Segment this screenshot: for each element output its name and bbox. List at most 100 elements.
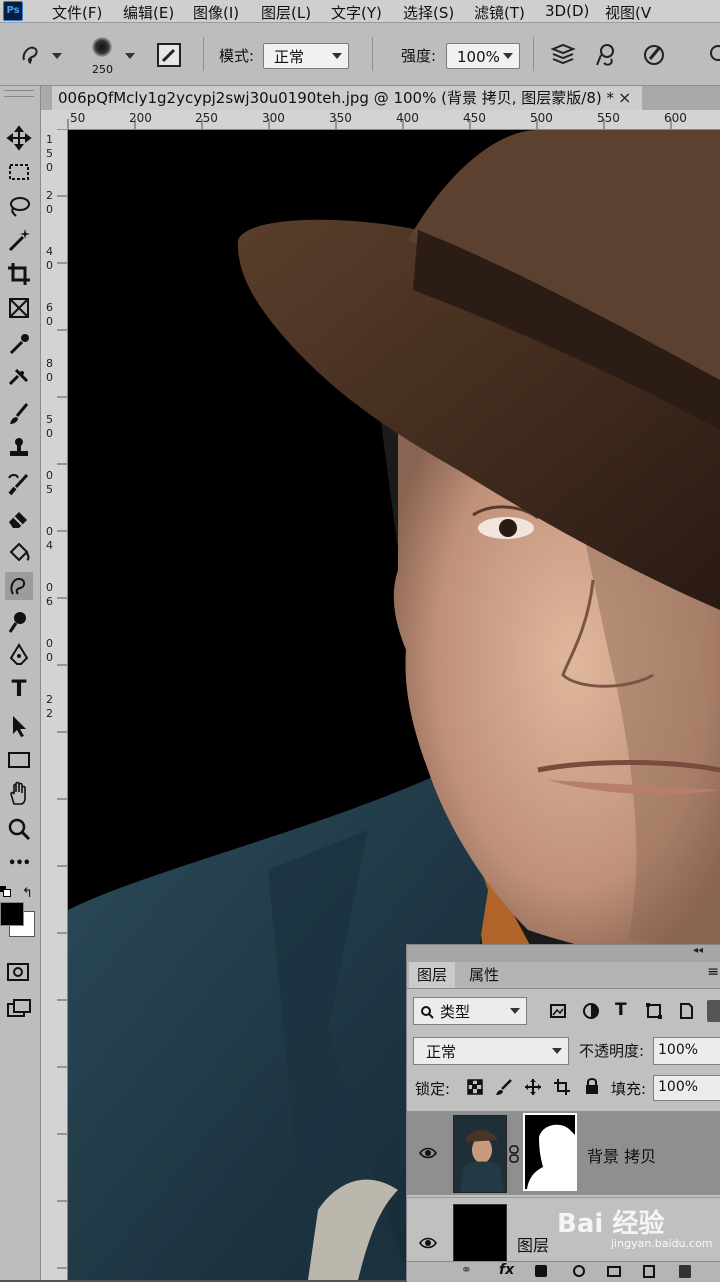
finger-painting-icon[interactable] xyxy=(640,41,668,69)
filter-toggle-switch[interactable] xyxy=(707,1000,720,1022)
tab-properties[interactable]: 属性 xyxy=(461,962,507,988)
ruler-label: 350 xyxy=(329,111,352,125)
layer-mask-thumbnail[interactable] xyxy=(523,1113,577,1191)
baidu-watermark: Bai 经验 jingyan.baidu.com xyxy=(557,1203,717,1263)
magic-wand-tool[interactable] xyxy=(5,226,33,254)
more-tools-icon[interactable]: ••• xyxy=(5,850,33,878)
lasso-tool[interactable] xyxy=(5,192,33,220)
menu-image[interactable]: 图像(I) xyxy=(193,2,239,23)
brush-settings-panel-icon[interactable] xyxy=(156,42,182,68)
separator xyxy=(372,37,373,71)
brush-preset-picker[interactable]: 250 xyxy=(80,35,124,83)
healing-brush-tool[interactable] xyxy=(5,364,33,392)
trash-icon[interactable] xyxy=(679,1265,691,1278)
hand-tool[interactable] xyxy=(5,780,33,808)
pressure-size-icon[interactable] xyxy=(592,41,620,69)
lock-all-icon[interactable] xyxy=(584,1077,600,1095)
shape-layer-filter-icon[interactable] xyxy=(645,1002,663,1020)
collapse-panel-icon[interactable]: ◂◂ xyxy=(693,945,703,956)
smudge-tool[interactable] xyxy=(5,572,33,600)
pen-tool[interactable] xyxy=(5,642,33,670)
menu-filter[interactable]: 滤镜(T) xyxy=(474,2,525,23)
tab-layers[interactable]: 图层 xyxy=(409,962,456,988)
layer-name[interactable]: 背景 拷贝 xyxy=(587,1143,656,1167)
new-group-icon[interactable] xyxy=(607,1266,621,1277)
rectangle-tool[interactable] xyxy=(5,746,33,774)
visibility-eye-icon[interactable] xyxy=(419,1236,437,1250)
menu-layer[interactable]: 图层(L) xyxy=(261,2,311,23)
menu-view[interactable]: 视图(V xyxy=(605,2,651,23)
toolbar-grip[interactable] xyxy=(4,90,34,97)
panel-menu-icon[interactable]: ≡ xyxy=(707,964,719,980)
menu-edit[interactable]: 编辑(E) xyxy=(123,2,174,23)
crop-tool-icon xyxy=(8,263,30,285)
opacity-input[interactable]: 100% xyxy=(653,1037,720,1065)
pixel-layer-filter-icon[interactable] xyxy=(549,1002,567,1020)
strength-input[interactable]: 100% xyxy=(446,43,520,69)
history-brush-tool[interactable] xyxy=(5,470,33,498)
new-layer-icon[interactable] xyxy=(643,1265,655,1278)
menu-3d[interactable]: 3D(D) xyxy=(545,2,589,20)
watermark-url: jingyan.baidu.com xyxy=(611,1237,713,1250)
watermark-brand: Bai 经验 xyxy=(557,1209,665,1239)
link-layers-icon[interactable]: ⚭ xyxy=(461,1263,472,1278)
dodge-tool[interactable] xyxy=(5,608,33,636)
tablet-pressure-icon[interactable] xyxy=(702,41,720,69)
blend-mode-select[interactable]: 正常 xyxy=(413,1037,569,1065)
default-colors-icon[interactable] xyxy=(0,886,11,897)
paint-bucket-tool[interactable] xyxy=(5,538,33,566)
sample-all-layers-icon[interactable] xyxy=(549,41,577,69)
adjustment-layer-filter-icon[interactable] xyxy=(582,1002,600,1020)
lock-image-pixels-icon[interactable] xyxy=(495,1078,513,1096)
layer-style-fx-icon[interactable]: fx xyxy=(499,1262,514,1278)
eyedropper-tool[interactable] xyxy=(5,330,33,358)
brush-size-value: 250 xyxy=(92,63,113,76)
smudge-tool-icon xyxy=(10,577,26,595)
menu-type[interactable]: 文字(Y) xyxy=(331,2,382,23)
layer-name[interactable]: 图层 xyxy=(517,1232,549,1256)
quick-mask-icon[interactable] xyxy=(6,962,30,982)
brush-dropdown-icon[interactable] xyxy=(125,53,135,59)
type-layer-filter-icon[interactable]: T xyxy=(615,1000,627,1020)
menu-select[interactable]: 选择(S) xyxy=(403,2,454,23)
fill-input[interactable]: 100% xyxy=(653,1075,720,1101)
crop-tool[interactable] xyxy=(5,260,33,288)
add-mask-icon[interactable] xyxy=(535,1265,547,1277)
visibility-eye-icon[interactable] xyxy=(419,1146,437,1160)
layer-filter-select[interactable]: 类型 xyxy=(413,997,527,1025)
layer-thumbnail[interactable] xyxy=(453,1115,507,1193)
document-tab[interactable]: 006pQfMcly1g2ycypj2swj30u0190teh.jpg @ 1… xyxy=(52,86,642,110)
strength-label: 强度: xyxy=(401,47,437,65)
lock-artboard-icon[interactable] xyxy=(553,1078,571,1096)
clone-stamp-tool[interactable] xyxy=(5,434,33,462)
layer-row-background-copy[interactable]: 背景 拷贝 xyxy=(407,1111,720,1195)
smudge-tool-preset-icon[interactable] xyxy=(18,40,46,68)
zoom-tool[interactable] xyxy=(5,816,33,844)
tools-panel: T ••• ↰ xyxy=(0,86,41,1280)
frame-tool[interactable] xyxy=(5,294,33,322)
adjustment-layer-icon[interactable] xyxy=(573,1265,585,1277)
tool-preset-dropdown-icon[interactable] xyxy=(52,53,62,59)
smart-object-filter-icon[interactable] xyxy=(677,1002,695,1020)
ruler-label: 400 xyxy=(396,111,419,125)
move-tool[interactable] xyxy=(5,124,33,152)
fill-label: 填充: xyxy=(611,1080,647,1098)
foreground-color-swatch[interactable] xyxy=(0,902,24,926)
paint-bucket-icon xyxy=(9,542,30,562)
menu-file[interactable]: 文件(F) xyxy=(52,2,102,23)
eraser-tool[interactable] xyxy=(5,504,33,532)
chevron-down-icon xyxy=(503,53,513,59)
mode-select[interactable]: 正常 xyxy=(263,43,349,69)
marquee-tool[interactable] xyxy=(5,158,33,186)
path-selection-tool[interactable] xyxy=(5,712,33,740)
healing-brush-icon xyxy=(8,368,29,386)
close-tab-icon[interactable]: × xyxy=(618,88,631,107)
lock-transparent-pixels-icon[interactable] xyxy=(467,1079,483,1095)
link-chain-icon[interactable] xyxy=(508,1145,520,1163)
menu-bar: Ps 文件(F) 编辑(E) 图像(I) 图层(L) 文字(Y) 选择(S) 滤… xyxy=(0,0,720,23)
swap-colors-icon[interactable]: ↰ xyxy=(22,886,33,901)
screen-mode-icon[interactable] xyxy=(6,998,32,1020)
lock-position-icon[interactable] xyxy=(524,1078,542,1096)
brush-tool[interactable] xyxy=(5,400,33,428)
type-tool-icon[interactable]: T xyxy=(5,676,33,704)
